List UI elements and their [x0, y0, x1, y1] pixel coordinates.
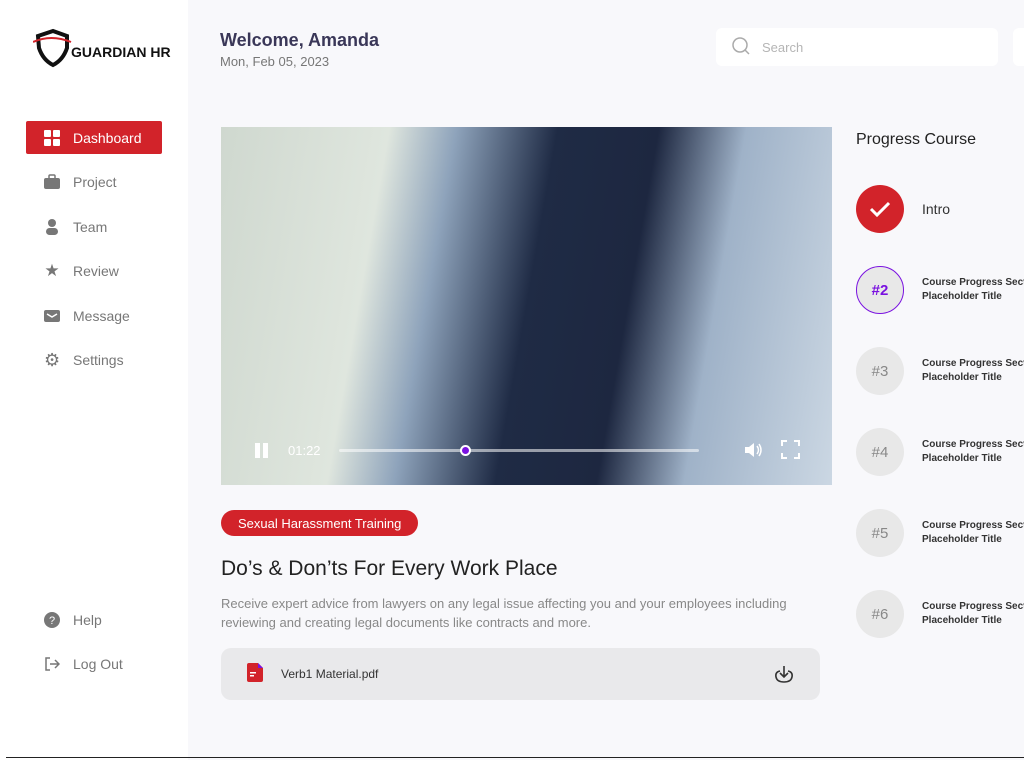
video-time: 01:22 [288, 442, 321, 458]
step-title: Course Progress Sect [922, 277, 1024, 288]
header-button[interactable] [1013, 28, 1024, 66]
sidebar: GUARDIAN HR Dashboard Project Team ★ Revi… [0, 0, 188, 760]
gear-icon: ⚙ [43, 349, 61, 370]
volume-icon[interactable] [744, 441, 764, 462]
step-subtitle: Placeholder Title [922, 372, 1002, 383]
shield-logo-icon [33, 28, 72, 68]
search-placeholder: Search [762, 39, 804, 55]
page-title: Welcome, Amanda [220, 30, 380, 50]
sidebar-item-project[interactable]: Project [26, 166, 162, 199]
user-icon [44, 218, 60, 235]
progress-step[interactable]: #4 Course Progress Sect Placeholder Title [856, 428, 1024, 476]
step-title: Course Progress Sect [922, 601, 1024, 612]
sidebar-item-label: Team [73, 218, 108, 235]
step-subtitle: Placeholder Title [922, 453, 1002, 464]
step-title: Course Progress Sect [922, 358, 1024, 369]
grid-icon [44, 129, 60, 146]
step-number: #4 [856, 428, 904, 476]
course-description: Receive expert advice from lawyers on an… [221, 596, 787, 630]
download-icon[interactable] [774, 664, 794, 687]
svg-text:?: ? [49, 615, 55, 627]
sidebar-item-logout[interactable]: Log Out [26, 648, 162, 681]
sidebar-item-dashboard[interactable]: Dashboard [26, 121, 162, 154]
step-number: #6 [856, 590, 904, 638]
search-icon [732, 36, 750, 58]
category-badge: Sexual Harassment Training [221, 510, 419, 536]
sidebar-item-label: Message [73, 307, 130, 324]
sidebar-item-message[interactable]: Message [26, 299, 162, 332]
help-icon: ? [44, 611, 60, 628]
file-name: Verb1 Material.pdf [281, 667, 379, 681]
check-icon [856, 185, 904, 233]
progress-step[interactable]: #3 Course Progress Sect Placeholder Title [856, 347, 1024, 395]
course-title: Do’s & Don’ts For Every Work Place [221, 557, 558, 580]
step-subtitle: Placeholder Title [922, 291, 1002, 302]
file-attachment[interactable]: Verb1 Material.pdf [221, 648, 820, 700]
logo-text: GUARDIAN HR [71, 44, 171, 60]
divider [6, 757, 1024, 758]
step-label: Course Progress Sect Placeholder Title [922, 357, 1024, 385]
sidebar-item-team[interactable]: Team [26, 210, 162, 243]
pause-icon[interactable] [255, 442, 268, 458]
briefcase-icon [44, 174, 60, 190]
date-label: Mon, Feb 05, 2023 [220, 54, 330, 69]
logo: GUARDIAN HR [33, 28, 171, 68]
step-number: #3 [856, 347, 904, 395]
sidebar-item-settings[interactable]: ⚙ Settings [26, 344, 162, 377]
step-label: Course Progress Sect Placeholder Title [922, 519, 1024, 547]
seek-bar[interactable] [339, 445, 699, 456]
progress-step[interactable]: #2 Course Progress Sect Placeholder Title [856, 266, 1024, 314]
progress-title: Progress Course [856, 131, 977, 148]
step-number: #5 [856, 509, 904, 557]
step-label: Course Progress Sect Placeholder Title [922, 600, 1024, 628]
mail-icon [44, 308, 60, 324]
step-title: Course Progress Sect [922, 439, 1024, 450]
fullscreen-icon[interactable] [781, 440, 800, 462]
progress-step[interactable]: #5 Course Progress Sect Placeholder Title [856, 509, 1024, 557]
video-player[interactable]: 01:22 [221, 127, 832, 485]
star-icon: ★ [44, 261, 60, 280]
step-subtitle: Placeholder Title [922, 534, 1002, 545]
sidebar-item-help[interactable]: ? Help [26, 603, 162, 636]
logout-icon [44, 656, 60, 672]
sidebar-item-label: Log Out [73, 656, 123, 672]
step-title: Course Progress Sect [922, 520, 1024, 531]
step-label: Course Progress Sect Placeholder Title [922, 276, 1024, 304]
sidebar-item-review[interactable]: ★ Review [26, 255, 162, 288]
search-input[interactable]: Search [716, 28, 998, 66]
step-subtitle: Placeholder Title [922, 615, 1002, 626]
progress-step[interactable]: Intro [856, 185, 1024, 233]
step-number: #2 [856, 266, 904, 314]
progress-step[interactable]: #6 Course Progress Sect Placeholder Title [856, 590, 1024, 638]
sidebar-item-label: Review [73, 263, 119, 279]
pdf-file-icon [247, 663, 263, 685]
sidebar-item-label: Dashboard [73, 129, 142, 146]
step-label: Intro [922, 202, 951, 216]
sidebar-item-label: Project [73, 174, 117, 190]
sidebar-item-label: Help [73, 611, 102, 628]
seek-thumb[interactable] [460, 445, 471, 456]
sidebar-item-label: Settings [73, 352, 124, 368]
step-label: Course Progress Sect Placeholder Title [922, 438, 1024, 466]
